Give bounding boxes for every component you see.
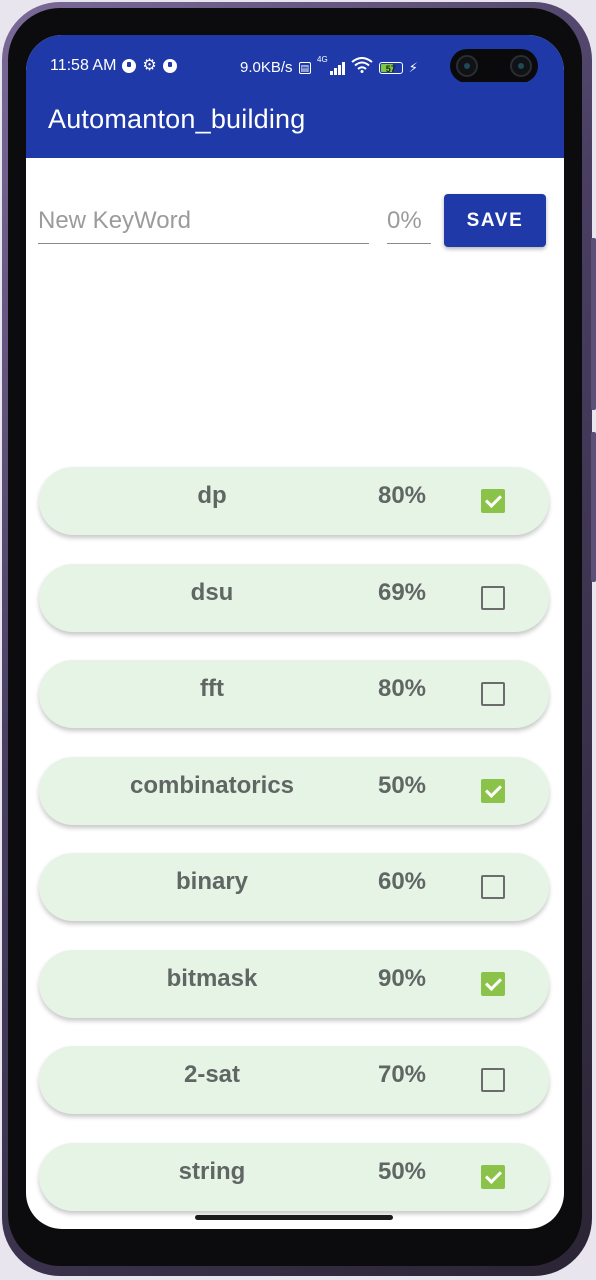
item-checkbox[interactable] — [481, 489, 505, 513]
network-type: 4G — [317, 55, 328, 64]
item-name: 2-sat — [183, 1061, 241, 1088]
percent-input[interactable] — [387, 204, 431, 244]
gesture-nav-handle[interactable] — [195, 1215, 393, 1220]
data-saver-icon — [162, 59, 177, 73]
item-name: dp — [197, 482, 227, 509]
status-right: 9.0KB/s ▤ 4G 57 ⚡ — [240, 55, 418, 78]
list-item[interactable]: string 50% — [39, 1143, 549, 1211]
camera-cutout — [450, 49, 538, 83]
item-checkbox[interactable] — [481, 875, 505, 899]
item-checkbox[interactable] — [481, 682, 505, 706]
status-bar: 11:58 AM ⚙ 9.0KB/s ▤ 4G 57 ⚡ — [26, 35, 564, 83]
item-percent: 60% — [377, 868, 427, 895]
item-percent: 80% — [377, 675, 427, 702]
item-percent: 80% — [377, 482, 427, 509]
item-checkbox[interactable] — [481, 1165, 505, 1189]
wifi-icon — [351, 57, 373, 78]
volume-button — [591, 238, 596, 410]
data-saver-icon — [122, 59, 137, 73]
volte-icon: ▤ — [298, 61, 312, 74]
keyword-input[interactable] — [38, 204, 369, 244]
power-button — [591, 432, 596, 582]
item-checkbox[interactable] — [481, 586, 505, 610]
item-percent: 50% — [377, 1158, 427, 1185]
list-item[interactable]: bitmask 90% — [39, 950, 549, 1018]
item-name: fft — [200, 675, 224, 702]
app-bar: Automanton_building — [26, 82, 564, 158]
list-item[interactable]: 2-sat 70% — [39, 1046, 549, 1114]
network-speed: 9.0KB/s — [240, 59, 293, 76]
item-checkbox[interactable] — [481, 779, 505, 803]
front-camera-icon — [456, 55, 478, 77]
list-item[interactable]: combinatorics 50% — [39, 757, 549, 825]
list-item[interactable]: fft 80% — [39, 660, 549, 728]
list-item[interactable]: dsu 69% — [39, 564, 549, 632]
signal-icon — [329, 61, 345, 75]
app-title: Automanton_building — [48, 104, 306, 134]
item-percent: 90% — [377, 965, 427, 992]
save-button[interactable]: SAVE — [444, 194, 546, 247]
status-left: 11:58 AM ⚙ — [50, 57, 177, 75]
item-checkbox[interactable] — [481, 1068, 505, 1092]
list-item[interactable]: binary 60% — [39, 853, 549, 921]
item-name: bitmask — [166, 965, 258, 992]
item-name: combinatorics — [129, 772, 295, 799]
item-name: dsu — [190, 579, 234, 606]
item-checkbox[interactable] — [481, 972, 505, 996]
screen: 11:58 AM ⚙ 9.0KB/s ▤ 4G 57 ⚡ Automanton_… — [26, 35, 564, 1229]
list-item[interactable]: dp 80% — [39, 467, 549, 535]
charging-bolt-icon: ⚡ — [408, 59, 418, 75]
item-percent: 69% — [377, 579, 427, 606]
battery-icon: 57 — [378, 61, 403, 74]
settings-gear-icon: ⚙ — [142, 57, 157, 74]
item-percent: 50% — [377, 772, 427, 799]
item-percent: 70% — [377, 1061, 427, 1088]
status-time: 11:58 AM — [50, 57, 117, 74]
front-camera-icon — [510, 55, 532, 77]
item-name: binary — [175, 868, 249, 895]
item-name: string — [178, 1158, 246, 1185]
